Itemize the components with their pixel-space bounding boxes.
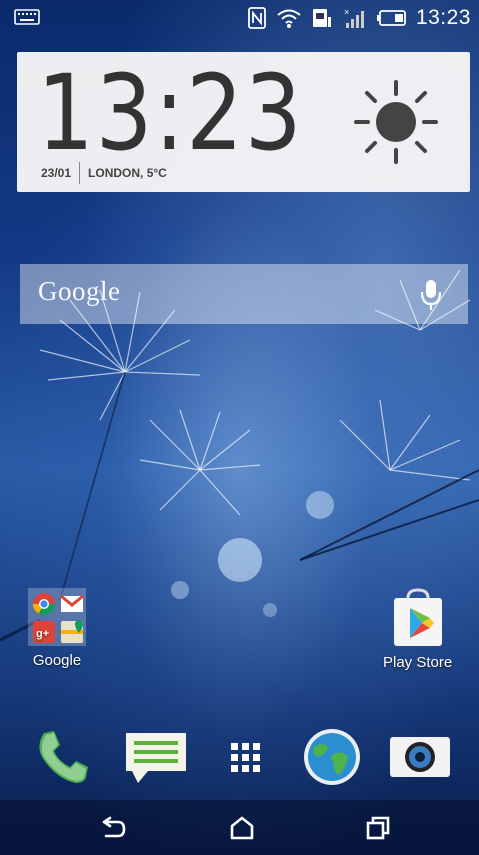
dock: [0, 725, 479, 805]
clock-time: 13:23: [37, 52, 304, 174]
sim-icon: [312, 9, 331, 27]
wifi-icon: [277, 9, 301, 28]
phone-icon[interactable]: [30, 725, 94, 789]
nfc-icon: [248, 7, 266, 29]
sun-icon: [354, 80, 438, 164]
browser-icon[interactable]: [300, 725, 364, 789]
clock-divider: [79, 162, 81, 184]
recent-apps-icon[interactable]: [362, 812, 394, 844]
svg-text:g+: g+: [36, 628, 49, 640]
gmail-icon: [60, 594, 84, 612]
app-drawer-icon[interactable]: [213, 725, 277, 789]
chrome-icon: [33, 593, 55, 615]
play-store-app[interactable]: Play Store: [383, 588, 452, 671]
back-icon[interactable]: [96, 812, 128, 844]
clock-weather-widget[interactable]: 13:23 23/01 LONDON, 5°C: [17, 52, 470, 192]
google-plus-icon: g+: [33, 621, 55, 643]
home-icon[interactable]: [226, 812, 258, 844]
google-folder-label: Google: [32, 652, 82, 669]
google-folder-icon: g+: [28, 588, 86, 646]
keyboard-icon: [14, 9, 40, 25]
navigation-bar: [0, 800, 479, 855]
clock-date: 23/01: [41, 166, 72, 180]
signal-icon: ×: [344, 7, 364, 28]
play-store-label: Play Store: [383, 654, 453, 671]
svg-text:×: ×: [344, 7, 349, 17]
status-time: 13:23: [415, 6, 471, 29]
google-search-bar[interactable]: Google: [20, 264, 468, 324]
maps-icon: [61, 620, 83, 643]
search-label: Google: [38, 276, 121, 306]
battery-icon: [376, 10, 406, 26]
google-folder[interactable]: g+ Google: [28, 588, 86, 669]
mic-icon[interactable]: [418, 278, 444, 312]
play-store-icon: [393, 588, 442, 646]
clock-location-weather: LONDON, 5°C: [88, 166, 167, 180]
clock-info: 23/01 LONDON, 5°C: [41, 162, 167, 184]
status-bar: × 13:23: [0, 0, 479, 40]
messages-icon[interactable]: [124, 725, 188, 789]
camera-icon[interactable]: [388, 725, 452, 789]
